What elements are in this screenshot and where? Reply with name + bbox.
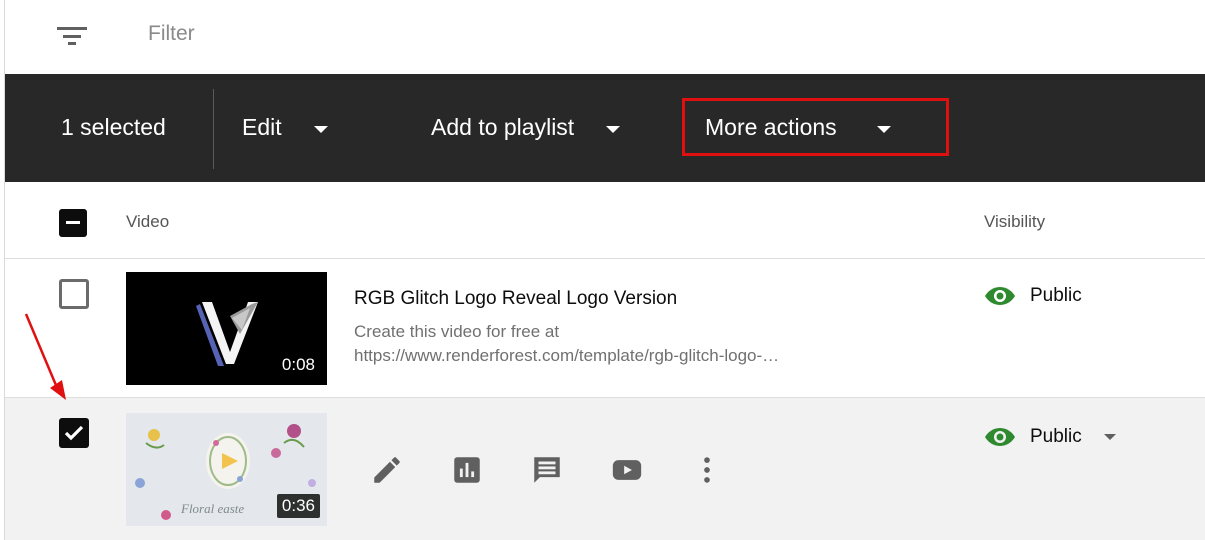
visibility-dropdown[interactable]: Public: [984, 426, 1116, 448]
comments-button[interactable]: [527, 450, 567, 490]
visibility-status: Public: [984, 285, 1082, 307]
analytics-button[interactable]: [447, 450, 487, 490]
select-all-checkbox[interactable]: [59, 209, 87, 237]
column-header-visibility[interactable]: Visibility: [984, 212, 1045, 232]
chevron-down-icon: [1103, 434, 1116, 440]
selection-action-bar: 1 selected Edit Add to playlist More act…: [5, 74, 1205, 182]
table-header: Video Visibility: [5, 182, 1205, 259]
video-description: Create this video for free at https://ww…: [354, 320, 954, 368]
video-duration: 0:08: [281, 355, 315, 374]
table-row[interactable]: Floral easte 0:36 Public: [5, 398, 1205, 540]
row-checkbox[interactable]: [59, 279, 89, 309]
video-thumbnail[interactable]: 0:08: [126, 272, 327, 385]
comments-icon: [534, 457, 560, 483]
annotation-arrow-icon: [24, 313, 66, 400]
add-to-playlist-label: Add to playlist: [431, 113, 575, 140]
eye-icon: [985, 428, 1015, 446]
table-row[interactable]: 0:08 RGB Glitch Logo Reveal Logo Version…: [5, 259, 1205, 398]
more-actions-dropdown-button[interactable]: More actions: [682, 98, 949, 156]
filter-input[interactable]: Filter: [148, 22, 195, 46]
chevron-down-icon: [606, 125, 621, 133]
more-actions-label: More actions: [705, 113, 837, 140]
row-checkbox-checked[interactable]: [59, 418, 89, 448]
row-action-toolbar: [367, 450, 767, 490]
add-to-playlist-dropdown-button[interactable]: Add to playlist: [431, 104, 621, 150]
thumbnail-caption: Floral easte: [180, 501, 244, 516]
bar-divider: [213, 89, 214, 169]
column-header-video[interactable]: Video: [126, 212, 169, 232]
visibility-label: Public: [1030, 285, 1082, 306]
filter-bar: Filter: [5, 0, 1205, 74]
video-duration: 0:36: [276, 494, 320, 518]
pencil-icon: [374, 457, 400, 483]
eye-icon: [985, 287, 1015, 305]
video-thumbnail[interactable]: Floral easte 0:36: [126, 413, 327, 526]
video-title[interactable]: RGB Glitch Logo Reveal Logo Version: [354, 288, 677, 310]
chevron-down-icon: [876, 125, 891, 133]
description-line: Create this video for free at: [354, 322, 560, 341]
selected-count: 1 selected: [61, 114, 166, 140]
edit-label: Edit: [242, 113, 282, 140]
chevron-down-icon: [313, 125, 328, 133]
description-line: https://www.renderforest.com/template/rg…: [354, 346, 780, 365]
options-button[interactable]: [687, 450, 727, 490]
edit-details-button[interactable]: [367, 450, 407, 490]
filter-list-icon[interactable]: [57, 26, 87, 46]
edit-dropdown-button[interactable]: Edit: [242, 104, 328, 150]
youtube-icon: [612, 460, 642, 480]
visibility-label: Public: [1030, 426, 1082, 447]
more-vert-icon: [704, 457, 710, 483]
checkmark-icon: [64, 425, 84, 441]
analytics-icon: [454, 457, 480, 483]
content-frame: Filter 1 selected Edit Add to playlist M…: [4, 0, 1205, 540]
view-on-youtube-button[interactable]: [607, 450, 647, 490]
